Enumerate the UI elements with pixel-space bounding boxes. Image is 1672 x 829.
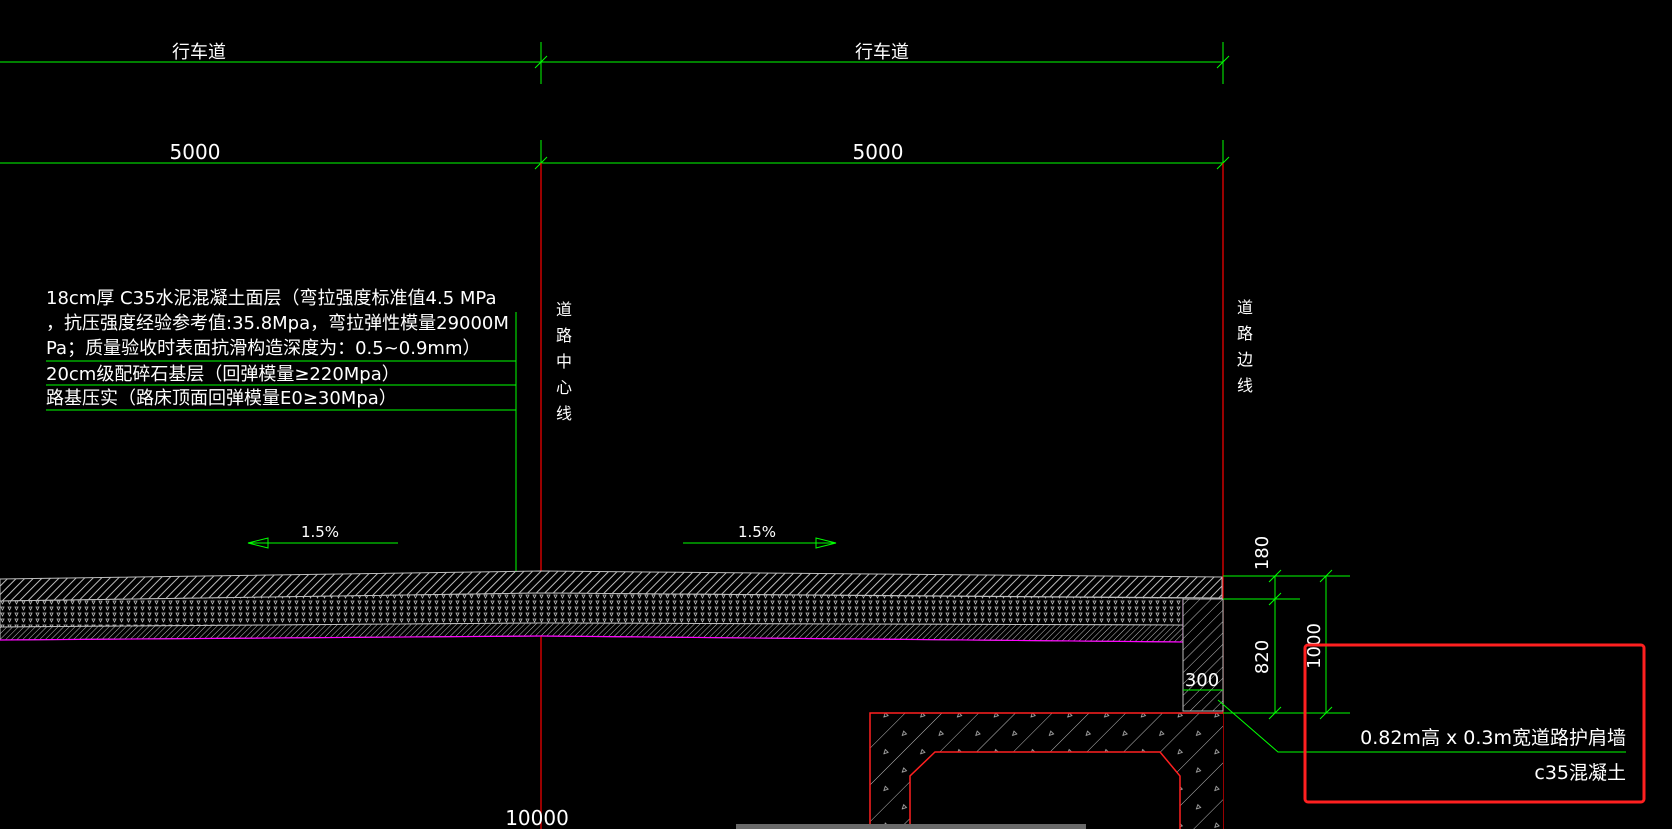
bottom-total-width: 10000 (505, 806, 569, 829)
lane-label-right: 行车道 (855, 42, 909, 63)
centerline-label: 道 路 中 心 线 (556, 300, 572, 423)
base-layer (0, 592, 1184, 628)
dim-300: 300 (1185, 670, 1219, 691)
layer-note-line3: Pa；质量验收时表面抗滑构造深度为：0.5~0.9mm） (46, 338, 480, 359)
culvert-structure (869, 712, 1223, 829)
shoulder-wall: 300 (1182, 598, 1224, 712)
centerline-char: 线 (556, 404, 572, 423)
slope-left-label: 1.5% (301, 523, 339, 541)
dim-820: 820 (1252, 640, 1273, 674)
layer-note-line1: 18cm厚 C35水泥混凝土面层（弯拉强度标准值4.5 MPa (46, 288, 496, 309)
cad-drawing-canvas[interactable]: 行车道 行车道 5000 5000 道 路 中 心 线 道 路 边 线 18cm… (0, 0, 1672, 829)
pavement-section (0, 570, 1223, 643)
centerline-char: 中 (556, 352, 572, 371)
wall-annotation-text: 0.82m高 x 0.3m宽道路护肩墙 (1360, 727, 1626, 749)
centerline-char: 道 (556, 300, 572, 319)
edge-line-char: 道 (1237, 298, 1253, 317)
horizontal-scrollbar[interactable] (736, 824, 1086, 829)
slope-right-label: 1.5% (738, 523, 776, 541)
edge-line-label: 道 路 边 线 (1237, 298, 1253, 395)
top-dimension-lanes: 行车道 行车道 (0, 42, 1230, 84)
top-dimension-widths: 5000 5000 (0, 140, 1230, 170)
edge-line-char: 边 (1237, 350, 1253, 369)
centerline-char: 心 (556, 378, 572, 397)
side-dimensions: 180 820 1000 (1223, 536, 1350, 720)
layer-note-line2: ，抗压强度经验参考值:35.8Mpa，弯拉弹性模量29000M (46, 313, 509, 334)
lane-label-left: 行车道 (172, 42, 226, 63)
width-label-right: 5000 (853, 140, 904, 164)
edge-line-char: 线 (1237, 376, 1253, 395)
wall-material-text: c35混凝土 (1534, 762, 1626, 784)
edge-line-char: 路 (1237, 324, 1253, 343)
slope-right: 1.5% (683, 523, 837, 549)
layer-note-line4: 20cm级配碎石基层（回弹模量≥220Mpa） (46, 364, 400, 385)
slope-left: 1.5% (247, 523, 398, 549)
width-label-left: 5000 (170, 140, 221, 164)
layer-note-line5: 路基压实（路床顶面回弹模量E0≥30Mpa） (46, 388, 397, 409)
centerline-char: 路 (556, 326, 572, 345)
dim-180: 180 (1252, 536, 1273, 570)
